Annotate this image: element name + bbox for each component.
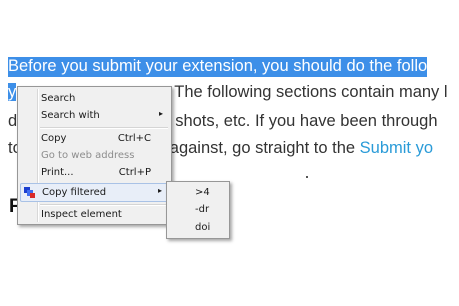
filter-extension-icon — [24, 187, 35, 198]
text-line-2-rest: The following sections contain many l — [174, 83, 448, 101]
menu-item-search-with[interactable]: Search with ▸ — [20, 107, 169, 124]
cursor-dot — [306, 176, 308, 178]
submenu-arrow-icon: ▸ — [158, 109, 163, 118]
menu-item-print-shortcut: Ctrl+P — [118, 167, 151, 178]
menu-item-search-label: Search — [41, 93, 76, 104]
menu-item-copy-shortcut: Ctrl+C — [117, 133, 151, 144]
text-line-3-rest: shots, etc. If you have been through — [175, 112, 438, 130]
submenu-item[interactable]: >4 — [195, 187, 210, 198]
context-menu: Search Search with ▸ Copy Ctrl+C Go to w… — [17, 86, 172, 225]
menu-item-search-with-label: Search with — [41, 110, 100, 121]
submit-link[interactable]: Submit yo — [360, 139, 433, 157]
selected-text-tail: y — [8, 83, 17, 101]
menu-item-search[interactable]: Search — [20, 90, 169, 107]
menu-item-go-to-web-address: Go to web address — [20, 147, 169, 164]
copy-filtered-submenu: >4 -dr doi — [166, 181, 230, 239]
menu-separator — [40, 127, 168, 129]
submenu-arrow-icon: ▸ — [157, 186, 162, 195]
text-line-3-start: d — [8, 112, 18, 130]
menu-item-inspect-element[interactable]: Inspect element — [20, 206, 169, 223]
menu-item-copy-filtered[interactable]: Copy filtered ▸ — [20, 183, 169, 202]
menu-item-copy-filtered-label: Copy filtered — [42, 187, 107, 198]
menu-item-copy-label: Copy — [41, 133, 67, 144]
menu-item-go-to-web-address-label: Go to web address — [41, 150, 135, 161]
submenu-item[interactable]: doi — [195, 222, 210, 233]
menu-item-inspect-element-label: Inspect element — [41, 209, 122, 220]
menu-item-copy[interactable]: Copy Ctrl+C — [20, 130, 169, 147]
selected-text: Before you submit your extension, you sh… — [8, 57, 428, 77]
menu-item-print-label: Print... — [41, 167, 74, 178]
menu-item-print[interactable]: Print... Ctrl+P — [20, 164, 169, 181]
text-line-4-mid: against, go straight to the — [169, 139, 360, 157]
text-line-1: Before you submit your extension, you sh… — [8, 55, 428, 77]
submenu-item[interactable]: -dr — [195, 204, 209, 215]
